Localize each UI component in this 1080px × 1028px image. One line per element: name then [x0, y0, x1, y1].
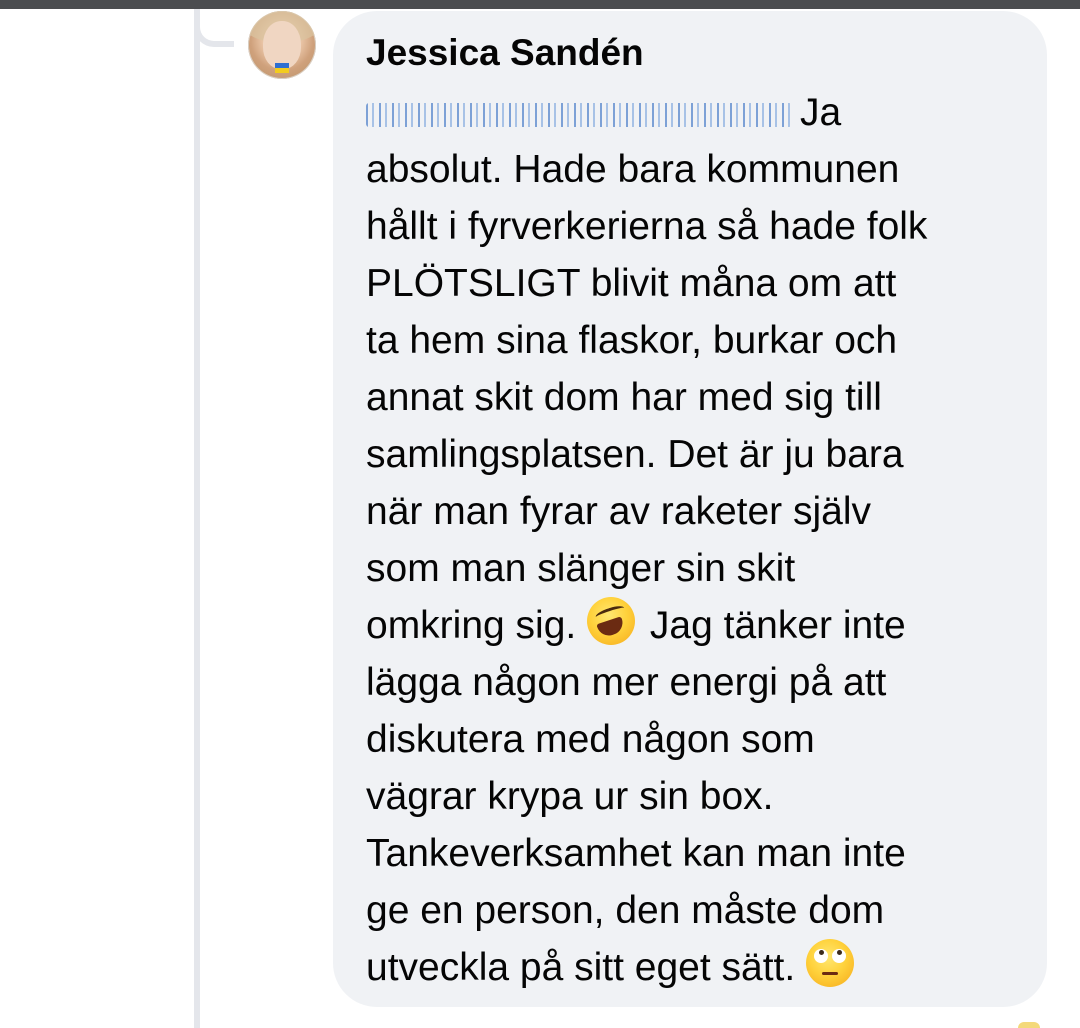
comment-line: PLÖTSLIGT blivit måna om att: [366, 262, 897, 305]
comment-author-name[interactable]: Jessica Sandén: [366, 32, 644, 74]
comment-line: vägrar krypa ur sin box.: [366, 775, 774, 818]
comment-line: lägga någon mer energi på att: [366, 661, 887, 704]
avatar-face: [263, 21, 301, 69]
comment-line-text: Jag tänker inte: [649, 604, 906, 647]
comment-line: när man fyrar av raketer själv: [366, 490, 872, 533]
comment-line: samlingsplatsen. Det är ju bara: [366, 433, 904, 476]
avatar-flag-yellow: [275, 68, 289, 73]
comment-line: hållt i fyrverkerierna så hade folk: [366, 205, 928, 248]
face-with-rolling-eyes-emoji-icon: [806, 939, 855, 987]
comment-line-text: omkring sig.: [366, 604, 577, 647]
comment-line: omkring sig. Jag tänker inte: [366, 597, 1036, 654]
avatar[interactable]: [248, 11, 316, 79]
comment-line: ge en person, den måste dom: [366, 889, 885, 932]
comment-line: Ja: [366, 84, 1036, 141]
mention-link[interactable]: [366, 103, 792, 127]
comment-line: utveckla på sitt eget sätt.: [366, 939, 1036, 996]
comment-line: absolut. Hade bara kommunen: [366, 148, 900, 191]
top-bar: [0, 0, 1080, 9]
comment-line: Tankeverksamhet kan man inte: [366, 832, 906, 875]
comment-line-text: Ja: [800, 91, 842, 134]
thread-line: [194, 9, 200, 1028]
thread-connector: [194, 9, 234, 47]
comment-line: annat skit dom har med sig till: [366, 376, 882, 419]
comment-line: ta hem sina flaskor, burkar och: [366, 319, 898, 362]
comment-line: som man slänger sin skit: [366, 547, 796, 590]
comment-line: diskutera med någon som: [366, 718, 815, 761]
rolling-on-floor-laughing-emoji-icon: [587, 597, 636, 645]
comment-line-text: utveckla på sitt eget sätt.: [366, 946, 796, 989]
reaction-icon[interactable]: [1018, 1022, 1040, 1028]
comment-text: Ja absolut. Hade bara kommunen hållt i f…: [366, 84, 1036, 996]
